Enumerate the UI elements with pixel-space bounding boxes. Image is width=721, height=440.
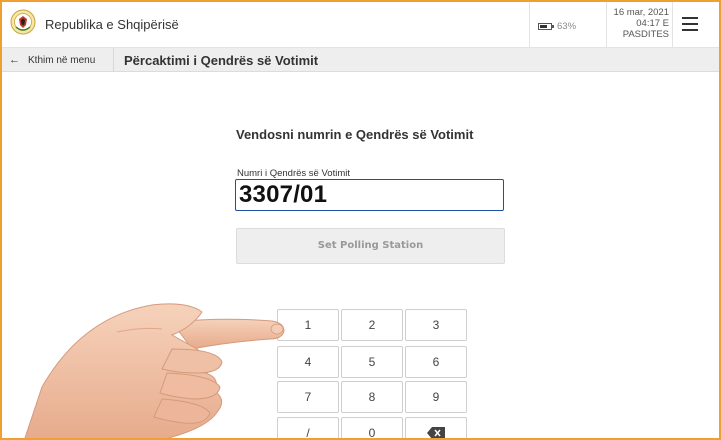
- period-label: PASDITES: [622, 29, 669, 40]
- back-to-menu-button[interactable]: ← Kthim në menu: [2, 48, 114, 72]
- battery-icon: [538, 22, 554, 30]
- app-title: Republika e Shqipërisë: [45, 17, 179, 32]
- time-label: 04:17 E: [636, 18, 669, 29]
- back-label: Kthim në menu: [28, 54, 96, 66]
- set-polling-station-button[interactable]: Set Polling Station: [236, 228, 505, 264]
- nav-bar: ← Kthim në menu Përcaktimi i Qendrës së …: [2, 48, 719, 72]
- keypad-key-7[interactable]: 7: [277, 381, 339, 413]
- keypad-key-3[interactable]: 3: [405, 309, 467, 341]
- arrow-left-icon: ←: [9, 54, 20, 66]
- date-time: 16 mar, 2021 04:17 E PASDITES: [609, 7, 669, 40]
- form-heading: Vendosni numrin e Qendrës së Votimit: [236, 127, 474, 142]
- keypad-key-1[interactable]: 1: [277, 309, 339, 341]
- keypad-key-9[interactable]: 9: [405, 381, 467, 413]
- battery-label: 63%: [557, 20, 577, 32]
- polling-station-input[interactable]: 3307/01: [235, 179, 504, 211]
- keypad-key-5[interactable]: 5: [341, 346, 403, 378]
- keypad-key-8[interactable]: 8: [341, 381, 403, 413]
- hamburger-menu-icon[interactable]: [682, 16, 706, 34]
- app-frame: Republika e Shqipërisë 63% 16 mar, 2021 …: [0, 0, 721, 440]
- polling-station-field-label: Numri i Qendrës së Votimit: [237, 168, 350, 179]
- keypad-key-4[interactable]: 4: [277, 346, 339, 378]
- keypad-key-6[interactable]: 6: [405, 346, 467, 378]
- page-title: Përcaktimi i Qendrës së Votimit: [124, 53, 319, 68]
- keypad-key-2[interactable]: 2: [341, 309, 403, 341]
- polling-station-value: 3307/01: [239, 181, 328, 208]
- header-divider: [606, 2, 607, 48]
- battery-status: 63%: [538, 14, 606, 38]
- backspace-icon: [427, 427, 445, 438]
- header-divider: [672, 2, 673, 48]
- keypad-key-slash[interactable]: /: [277, 417, 339, 438]
- keypad-key-0[interactable]: 0: [341, 417, 403, 438]
- header-divider: [529, 2, 530, 48]
- date-label: 16 mar, 2021: [613, 7, 669, 18]
- top-bar: Republika e Shqipërisë 63% 16 mar, 2021 …: [2, 2, 719, 48]
- backspace-button[interactable]: [405, 417, 467, 438]
- coat-of-arms-logo: [10, 9, 36, 35]
